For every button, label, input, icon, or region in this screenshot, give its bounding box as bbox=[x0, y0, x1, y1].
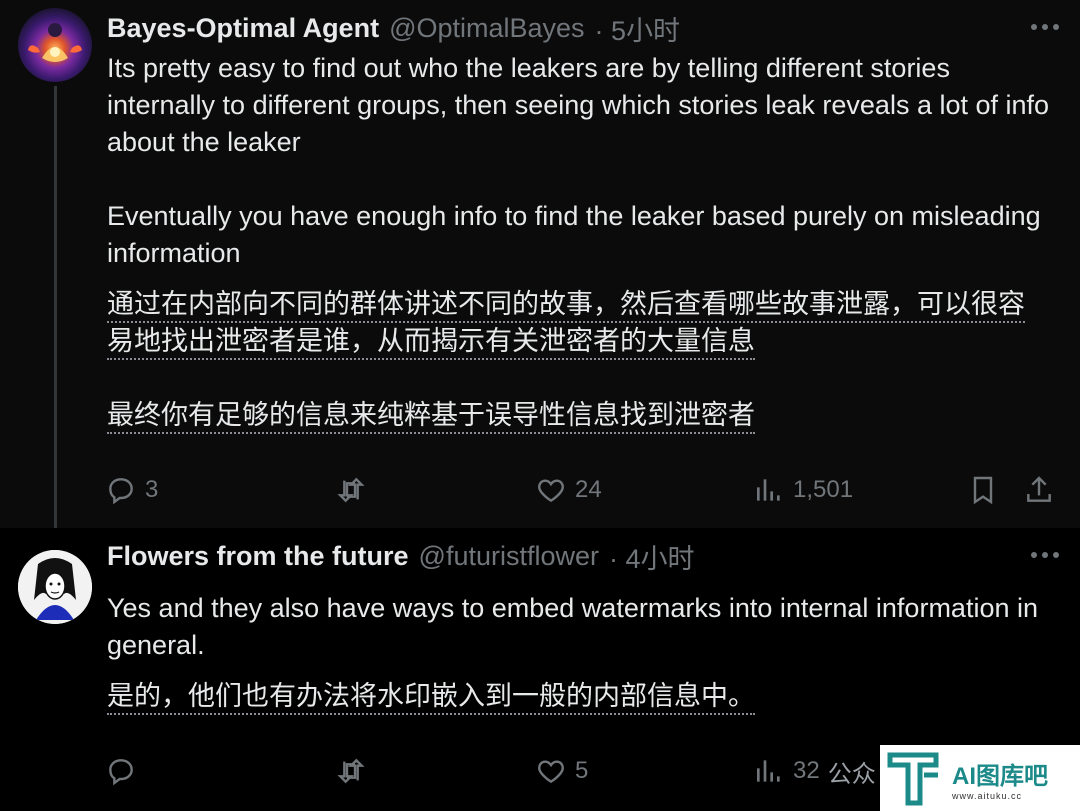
views-button[interactable]: 32 公众 bbox=[753, 754, 876, 789]
watermark-brand: AI图库吧 bbox=[952, 762, 1048, 790]
tweet-paragraph: Its pretty easy to find out who the leak… bbox=[107, 53, 1050, 157]
repost-button[interactable] bbox=[335, 755, 535, 787]
like-button[interactable]: 5 bbox=[535, 755, 753, 787]
heart-icon bbox=[538, 479, 564, 503]
aituku-logo-icon bbox=[887, 752, 939, 806]
views-count: 32 bbox=[793, 757, 820, 784]
translation-line: 易地找出泄密者是谁，从而揭示有关泄密者的大量信息 bbox=[107, 326, 755, 360]
views-button[interactable]: 1,501 bbox=[753, 474, 967, 506]
reply-icon bbox=[109, 478, 133, 505]
tweet-paragraph: Eventually you have enough info to find … bbox=[107, 201, 1041, 268]
timestamp[interactable]: · 4小时 bbox=[609, 537, 695, 576]
tweet-text: Its pretty easy to find out who the leak… bbox=[107, 50, 1060, 272]
author-handle[interactable]: @futuristflower bbox=[419, 541, 599, 572]
tweet-1[interactable]: Bayes-Optimal Agent @OptimalBayes · 5小时 … bbox=[0, 0, 1080, 528]
bookmark-button[interactable] bbox=[967, 474, 1023, 506]
like-button[interactable]: 24 bbox=[535, 474, 753, 506]
timestamp[interactable]: · 5小时 bbox=[595, 9, 681, 48]
views-icon bbox=[757, 760, 780, 782]
share-icon bbox=[1027, 476, 1051, 502]
reply-icon bbox=[109, 759, 133, 786]
site-watermark: AI图库吧 www.aituku.cc bbox=[880, 745, 1080, 811]
translation-text: 通过在内部向不同的群体讲述不同的故事，然后查看哪些故事泄露，可以很容 易地找出泄… bbox=[107, 286, 1060, 434]
wechat-watermark-text: 公众 bbox=[827, 760, 876, 788]
author-name[interactable]: Bayes-Optimal Agent bbox=[107, 13, 379, 44]
translation-text: 是的，他们也有办法将水印嵌入到一般的内部信息中。 bbox=[107, 678, 1060, 715]
translation-line: 通过在内部向不同的群体讲述不同的故事，然后查看哪些故事泄露，可以很容 bbox=[107, 289, 1025, 323]
share-button[interactable] bbox=[1023, 474, 1055, 506]
repost-icon bbox=[337, 477, 365, 503]
like-count: 5 bbox=[575, 757, 589, 784]
translation-line: 是的，他们也有办法将水印嵌入到一般的内部信息中。 bbox=[107, 681, 755, 715]
tweet-text: Yes and they also have ways to embed wat… bbox=[107, 593, 1038, 660]
bookmark-icon bbox=[973, 476, 993, 505]
reply-button[interactable] bbox=[105, 755, 335, 787]
repost-button[interactable] bbox=[335, 474, 535, 506]
avatar[interactable] bbox=[18, 8, 92, 82]
translation-line: 最终你有足够的信息来纯粹基于误导性信息找到泄密者 bbox=[107, 400, 755, 434]
author-name[interactable]: Flowers from the future bbox=[107, 541, 409, 572]
reply-count: 3 bbox=[145, 476, 159, 503]
tweet-header: Bayes-Optimal Agent @OptimalBayes · 5小时 bbox=[107, 8, 990, 48]
more-options-icon[interactable] bbox=[1028, 12, 1062, 42]
more-options-icon[interactable] bbox=[1028, 540, 1062, 570]
like-count: 24 bbox=[575, 476, 602, 503]
views-icon bbox=[757, 479, 780, 501]
watermark-url: www.aituku.cc bbox=[952, 790, 1023, 801]
avatar[interactable] bbox=[18, 550, 92, 624]
views-count: 1,501 bbox=[793, 476, 854, 503]
heart-icon bbox=[538, 760, 564, 784]
reply-button[interactable]: 3 bbox=[105, 474, 335, 506]
tweet-header: Flowers from the future @futuristflower … bbox=[107, 536, 990, 576]
action-bar: 3 24 1,501 bbox=[105, 470, 1060, 510]
thread-connector bbox=[54, 86, 57, 546]
author-handle[interactable]: @OptimalBayes bbox=[389, 13, 584, 44]
repost-icon bbox=[337, 758, 365, 784]
